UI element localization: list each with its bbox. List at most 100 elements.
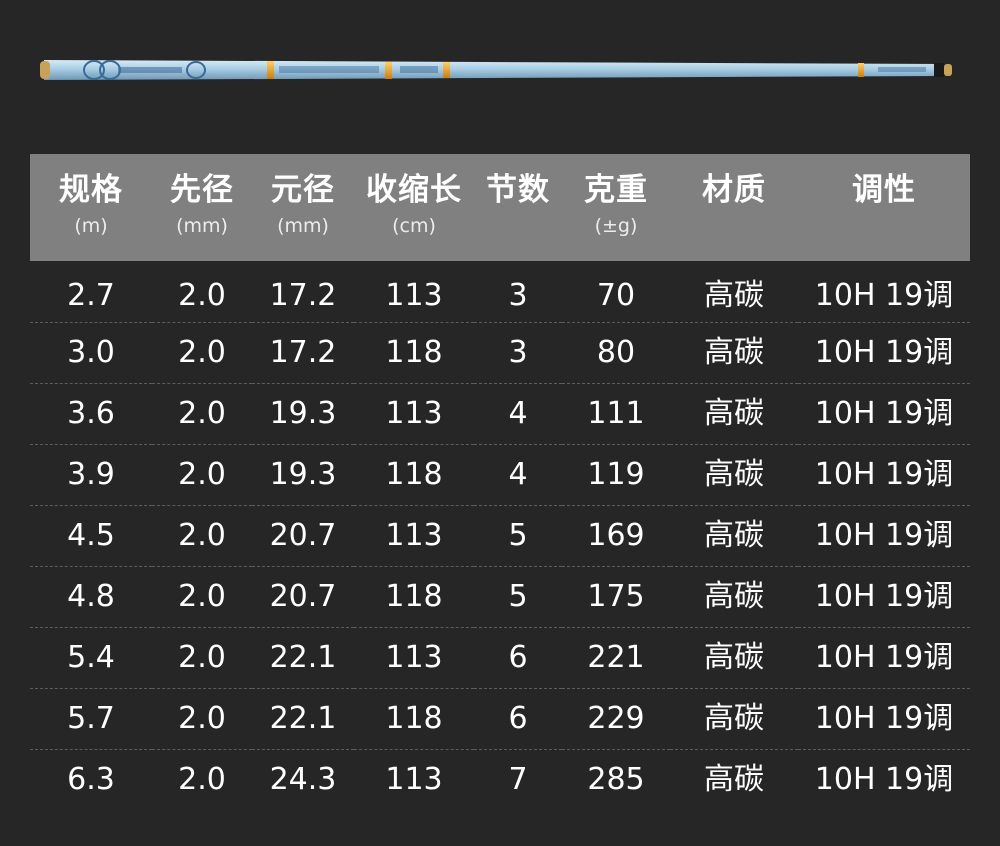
cell-sections: 3 <box>474 321 562 383</box>
cell-sections: 4 <box>474 443 562 505</box>
header-label: 先径 <box>170 172 234 208</box>
cell-weight: 229 <box>562 687 670 749</box>
header-weight: 克重 (±g) <box>562 154 670 261</box>
cell-action: 10H 19调 <box>798 443 970 505</box>
cell-closed-length: 113 <box>354 504 474 566</box>
header-unit: (cm) <box>392 215 436 237</box>
cell-tip-diameter: 2.0 <box>152 443 252 505</box>
cell-material: 高碳 <box>670 565 798 627</box>
cell-material: 高碳 <box>670 443 798 505</box>
cell-closed-length: 113 <box>354 626 474 688</box>
table-row: 3.0 2.0 17.2 118 3 80 高碳 10H 19调 <box>30 321 970 383</box>
cell-sections: 4 <box>474 382 562 444</box>
cell-tip-diameter: 2.0 <box>152 321 252 383</box>
table-row: 3.6 2.0 19.3 113 4 111 高碳 10H 19调 <box>30 382 970 444</box>
header-unit: (±g) <box>594 215 638 237</box>
cell-closed-length: 113 <box>354 748 474 810</box>
cell-closed-length: 118 <box>354 687 474 749</box>
header-butt-diameter: 元径 (mm) <box>252 154 354 261</box>
cell-spec: 6.3 <box>30 748 152 810</box>
cell-spec: 3.0 <box>30 321 152 383</box>
header-spec: 规格 (m) <box>30 154 152 261</box>
table-header-row: 规格 (m) 先径 (mm) 元径 (mm) 收缩长 (cm) 节数 克重 (±g) 材质… <box>30 154 970 261</box>
table-row: 2.7 2.0 17.2 113 3 70 高碳 10H 19调 <box>30 261 970 322</box>
header-label: 调性 <box>852 172 916 208</box>
cell-weight: 175 <box>562 565 670 627</box>
cell-butt-diameter: 17.2 <box>252 321 354 383</box>
header-unit: (mm) <box>277 215 329 237</box>
cell-spec: 5.4 <box>30 626 152 688</box>
table-row: 4.5 2.0 20.7 113 5 169 高碳 10H 19调 <box>30 504 970 566</box>
cell-butt-diameter: 24.3 <box>252 748 354 810</box>
cell-sections: 5 <box>474 504 562 566</box>
cell-sections: 6 <box>474 626 562 688</box>
header-tip-diameter: 先径 (mm) <box>152 154 252 261</box>
table-row: 6.3 2.0 24.3 113 7 285 高碳 10H 19调 <box>30 748 970 810</box>
cell-action: 10H 19调 <box>798 321 970 383</box>
cell-material: 高碳 <box>670 687 798 749</box>
cell-butt-diameter: 19.3 <box>252 382 354 444</box>
cell-spec: 4.5 <box>30 504 152 566</box>
header-sections: 节数 <box>474 154 562 261</box>
cell-action: 10H 19调 <box>798 565 970 627</box>
cell-tip-diameter: 2.0 <box>152 504 252 566</box>
cell-butt-diameter: 17.2 <box>269 278 337 314</box>
cell-material: 高碳 <box>670 321 798 383</box>
cell-closed-length: 118 <box>354 565 474 627</box>
cell-weight: 169 <box>562 504 670 566</box>
table-row: 5.4 2.0 22.1 113 6 221 高碳 10H 19调 <box>30 626 970 688</box>
cell-action: 10H 19调 <box>798 504 970 566</box>
fishing-rod-image <box>38 54 958 88</box>
cell-weight: 80 <box>562 321 670 383</box>
fishing-rod-graphic <box>40 60 952 80</box>
cell-tip-diameter: 2.0 <box>152 382 252 444</box>
cell-weight: 221 <box>562 626 670 688</box>
cell-spec: 4.8 <box>30 565 152 627</box>
cell-spec: 3.9 <box>30 443 152 505</box>
cell-weight: 119 <box>562 443 670 505</box>
table-row: 4.8 2.0 20.7 118 5 175 高碳 10H 19调 <box>30 565 970 627</box>
cell-material: 高碳 <box>704 278 764 314</box>
cell-material: 高碳 <box>670 626 798 688</box>
cell-butt-diameter: 20.7 <box>252 504 354 566</box>
cell-tip-diameter: 2.0 <box>178 278 226 314</box>
cell-closed-length: 118 <box>354 443 474 505</box>
cell-sections: 3 <box>508 278 528 314</box>
header-label: 规格 <box>59 172 123 208</box>
header-label: 收缩长 <box>366 172 462 208</box>
cell-weight: 70 <box>596 278 636 314</box>
cell-butt-diameter: 20.7 <box>252 565 354 627</box>
cell-weight: 111 <box>562 382 670 444</box>
spec-table: 规格 (m) 先径 (mm) 元径 (mm) 收缩长 (cm) 节数 克重 (±g) 材质… <box>30 154 970 810</box>
cell-butt-diameter: 22.1 <box>252 626 354 688</box>
cell-material: 高碳 <box>670 748 798 810</box>
cell-action: 10H 19调 <box>798 687 970 749</box>
cell-spec: 2.7 <box>67 278 115 314</box>
cell-spec: 3.6 <box>30 382 152 444</box>
cell-closed-length: 118 <box>354 321 474 383</box>
cell-tip-diameter: 2.0 <box>152 565 252 627</box>
header-label: 元径 <box>271 172 335 208</box>
cell-sections: 7 <box>474 748 562 810</box>
cell-tip-diameter: 2.0 <box>152 748 252 810</box>
cell-material: 高碳 <box>670 504 798 566</box>
header-closed-length: 收缩长 (cm) <box>354 154 474 261</box>
header-label: 克重 <box>584 172 648 208</box>
cell-action: 10H 19调 <box>814 278 954 314</box>
cell-action: 10H 19调 <box>798 748 970 810</box>
cell-material: 高碳 <box>670 382 798 444</box>
header-material: 材质 <box>670 154 798 261</box>
cell-sections: 6 <box>474 687 562 749</box>
cell-action: 10H 19调 <box>798 382 970 444</box>
cell-butt-diameter: 22.1 <box>252 687 354 749</box>
header-label: 节数 <box>486 172 550 208</box>
header-label: 材质 <box>702 172 766 208</box>
table-row: 3.9 2.0 19.3 118 4 119 高碳 10H 19调 <box>30 443 970 505</box>
cell-tip-diameter: 2.0 <box>152 626 252 688</box>
cell-closed-length: 113 <box>354 382 474 444</box>
table-row: 5.7 2.0 22.1 118 6 229 高碳 10H 19调 <box>30 687 970 749</box>
header-action: 调性 <box>798 154 970 261</box>
cell-weight: 285 <box>562 748 670 810</box>
cell-closed-length: 113 <box>385 278 443 314</box>
cell-action: 10H 19调 <box>798 626 970 688</box>
